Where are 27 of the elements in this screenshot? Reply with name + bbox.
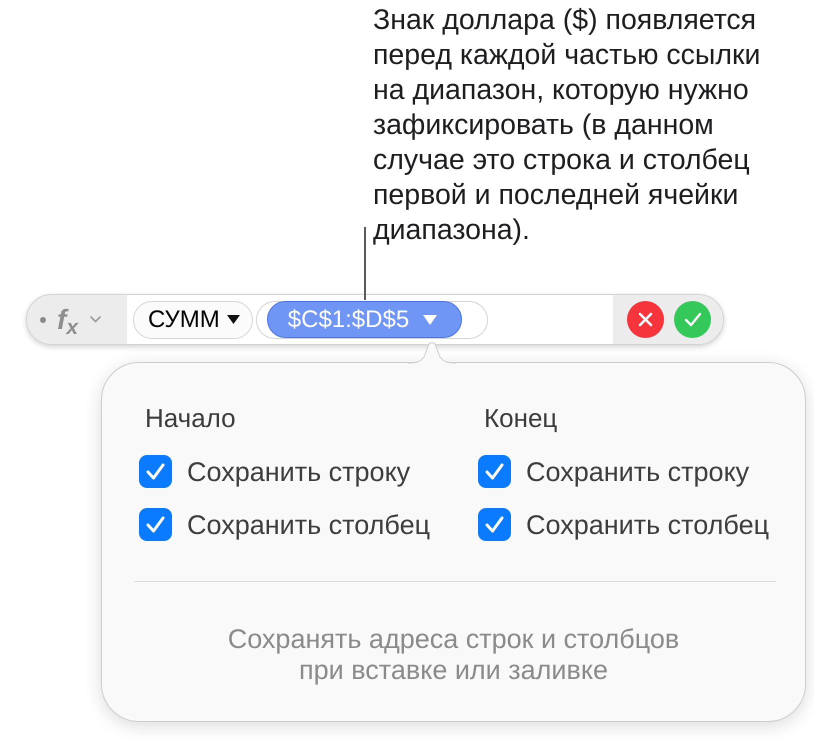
cancel-button[interactable]	[627, 301, 664, 338]
checkmark-icon	[485, 463, 504, 480]
caret-icon	[423, 314, 438, 324]
checkbox[interactable]	[139, 455, 172, 488]
checkbox[interactable]	[478, 455, 511, 488]
checkbox-label: Сохранить строку	[187, 456, 410, 486]
close-icon	[638, 312, 653, 327]
checkbox-label: Сохранить строку	[526, 456, 750, 486]
dot-icon	[40, 316, 46, 322]
section-heading: Конец	[484, 404, 558, 432]
checkmark-icon	[146, 516, 165, 533]
function-token[interactable]: СУММ	[133, 300, 253, 338]
accept-button[interactable]	[674, 301, 711, 338]
section-heading: Начало	[145, 404, 236, 432]
checkmark-icon	[485, 516, 504, 533]
range-token[interactable]: $C$1:$D$5	[266, 301, 462, 338]
formula-button[interactable]: f$_{x}$	[57, 304, 78, 334]
caret-icon	[226, 315, 240, 324]
checkbox[interactable]	[478, 508, 511, 541]
footer-note: Сохранять адреса строк и столбцов при вставке или заливке	[226, 624, 680, 686]
checkbox-label: Сохранить столбец	[526, 510, 770, 540]
callout-text: Знак доллара ($) появляется перед каждой частью ссылки на диапазон, которую нужно зафиксировать (в данном случае это строка и столбец первой и последней ячейки диапазона).	[373, 3, 762, 248]
checkmark-icon	[684, 312, 702, 327]
checkmark-icon	[146, 463, 165, 480]
chevron-down-icon[interactable]	[90, 316, 102, 323]
checkbox-label: Сохранить столбец	[187, 510, 430, 540]
checkbox[interactable]	[139, 508, 172, 541]
